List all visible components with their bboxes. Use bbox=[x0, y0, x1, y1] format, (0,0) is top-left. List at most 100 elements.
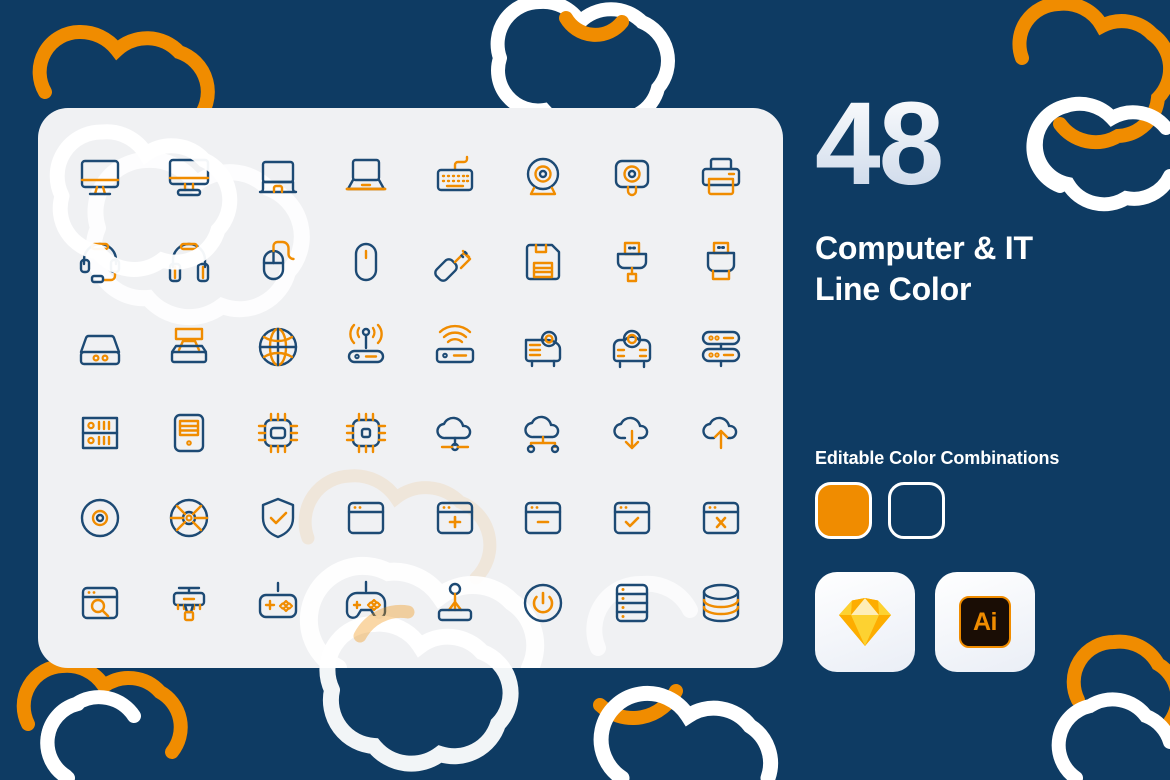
computer-tower-icon bbox=[173, 413, 205, 452]
icon-cell[interactable] bbox=[56, 390, 145, 475]
icon-cell[interactable] bbox=[411, 219, 500, 304]
icon-cell[interactable] bbox=[56, 475, 145, 560]
icon-cell[interactable] bbox=[322, 561, 411, 646]
icon-cell[interactable] bbox=[676, 390, 765, 475]
icon-cell[interactable] bbox=[411, 475, 500, 560]
icon-cell[interactable] bbox=[56, 561, 145, 646]
sketch-icon bbox=[839, 598, 891, 646]
icon-cell[interactable] bbox=[322, 219, 411, 304]
browser-remove-icon bbox=[525, 501, 562, 535]
icon-cell[interactable] bbox=[411, 134, 500, 219]
outline-swatch[interactable] bbox=[888, 482, 945, 539]
database-icon bbox=[702, 584, 739, 623]
icon-grid bbox=[38, 108, 783, 668]
icon-cell[interactable] bbox=[499, 134, 588, 219]
security-shield-icon bbox=[261, 497, 294, 539]
scanner-icon bbox=[170, 328, 208, 364]
icon-cell[interactable] bbox=[676, 134, 765, 219]
icon-cell[interactable] bbox=[56, 219, 145, 304]
gamepad-icon bbox=[258, 582, 297, 619]
mouse-wired-icon bbox=[262, 240, 295, 281]
icon-cell[interactable] bbox=[411, 390, 500, 475]
icon-cell[interactable] bbox=[588, 390, 677, 475]
globe-network-icon bbox=[258, 328, 297, 367]
icon-cell[interactable] bbox=[676, 219, 765, 304]
file-format-row: Ai bbox=[815, 572, 1035, 672]
mouse-wireless-icon bbox=[354, 242, 378, 282]
laptop-closed-icon bbox=[258, 160, 297, 193]
icon-cell[interactable] bbox=[588, 561, 677, 646]
orange-swatch[interactable] bbox=[815, 482, 872, 539]
pack-title: Computer & IT Line Color bbox=[815, 228, 1033, 310]
wifi-modem-icon bbox=[435, 325, 475, 364]
projector-icon bbox=[525, 331, 562, 368]
icon-cell[interactable] bbox=[676, 475, 765, 560]
icon-cell[interactable] bbox=[322, 475, 411, 560]
browser-window-icon bbox=[347, 501, 385, 535]
icon-cell[interactable] bbox=[145, 305, 234, 390]
browser-close-icon bbox=[702, 501, 739, 535]
illustrator-label: Ai bbox=[959, 596, 1011, 648]
headphones-icon bbox=[168, 242, 210, 283]
icon-cell[interactable] bbox=[322, 390, 411, 475]
wireless-router-icon bbox=[347, 324, 385, 364]
desktop-monitor-icon bbox=[81, 159, 120, 195]
desktop-monitor-stand-icon bbox=[168, 158, 210, 196]
icon-cell[interactable] bbox=[233, 561, 322, 646]
power-button-icon bbox=[524, 584, 563, 623]
icon-showcase-card bbox=[38, 108, 783, 668]
icon-cell[interactable] bbox=[56, 305, 145, 390]
browser-add-icon bbox=[436, 501, 474, 535]
headset-icon bbox=[80, 242, 121, 284]
usb-connector-icon bbox=[616, 241, 648, 283]
icon-cell[interactable] bbox=[499, 475, 588, 560]
icon-cell[interactable] bbox=[499, 219, 588, 304]
pack-title-line1: Computer & IT bbox=[815, 230, 1033, 266]
game-controller-icon bbox=[345, 581, 387, 620]
icon-cell[interactable] bbox=[588, 219, 677, 304]
icon-cell[interactable] bbox=[676, 561, 765, 646]
icon-cell[interactable] bbox=[499, 305, 588, 390]
color-swatch-row bbox=[815, 482, 945, 539]
icon-cell[interactable] bbox=[676, 305, 765, 390]
icon-cell[interactable] bbox=[499, 390, 588, 475]
compact-disc-icon bbox=[81, 498, 120, 538]
projector-front-icon bbox=[612, 330, 652, 369]
icon-cell[interactable] bbox=[588, 134, 677, 219]
icon-cell[interactable] bbox=[233, 305, 322, 390]
icon-cell[interactable] bbox=[411, 305, 500, 390]
icon-cell[interactable] bbox=[145, 561, 234, 646]
printer-icon bbox=[701, 157, 740, 195]
icon-cell[interactable] bbox=[322, 134, 411, 219]
icon-cell[interactable] bbox=[145, 219, 234, 304]
dvd-disc-icon bbox=[169, 498, 209, 538]
info-panel: 48 Computer & IT Line Color Editable Col… bbox=[815, 0, 1170, 780]
browser-check-icon bbox=[613, 501, 651, 535]
icon-cell[interactable] bbox=[233, 390, 322, 475]
icon-cell[interactable] bbox=[588, 475, 677, 560]
icon-cell[interactable] bbox=[233, 475, 322, 560]
processor-icon bbox=[345, 412, 387, 453]
icon-cell[interactable] bbox=[145, 134, 234, 219]
cpu-chip-icon bbox=[257, 412, 298, 453]
icon-cell[interactable] bbox=[233, 219, 322, 304]
sketch-badge[interactable] bbox=[815, 572, 915, 672]
cloud-upload-icon bbox=[701, 416, 737, 449]
browser-search-icon bbox=[82, 587, 119, 620]
icon-cell[interactable] bbox=[145, 390, 234, 475]
icon-cell[interactable] bbox=[233, 134, 322, 219]
icon-cell[interactable] bbox=[588, 305, 677, 390]
icon-cell[interactable] bbox=[411, 561, 500, 646]
icon-cell[interactable] bbox=[499, 561, 588, 646]
icon-cell[interactable] bbox=[56, 134, 145, 219]
laptop-open-icon bbox=[345, 158, 387, 191]
printer-3d-icon bbox=[172, 587, 206, 622]
icon-cell[interactable] bbox=[145, 475, 234, 560]
pack-title-line2: Line Color bbox=[815, 270, 972, 307]
editable-combinations-label: Editable Color Combinations bbox=[815, 448, 1060, 468]
illustrator-badge[interactable]: Ai bbox=[935, 572, 1035, 672]
external-hard-drive-icon bbox=[80, 335, 121, 366]
webcam-square-icon bbox=[614, 159, 650, 196]
poster-canvas: 48 Computer & IT Line Color Editable Col… bbox=[0, 0, 1170, 780]
icon-cell[interactable] bbox=[322, 305, 411, 390]
